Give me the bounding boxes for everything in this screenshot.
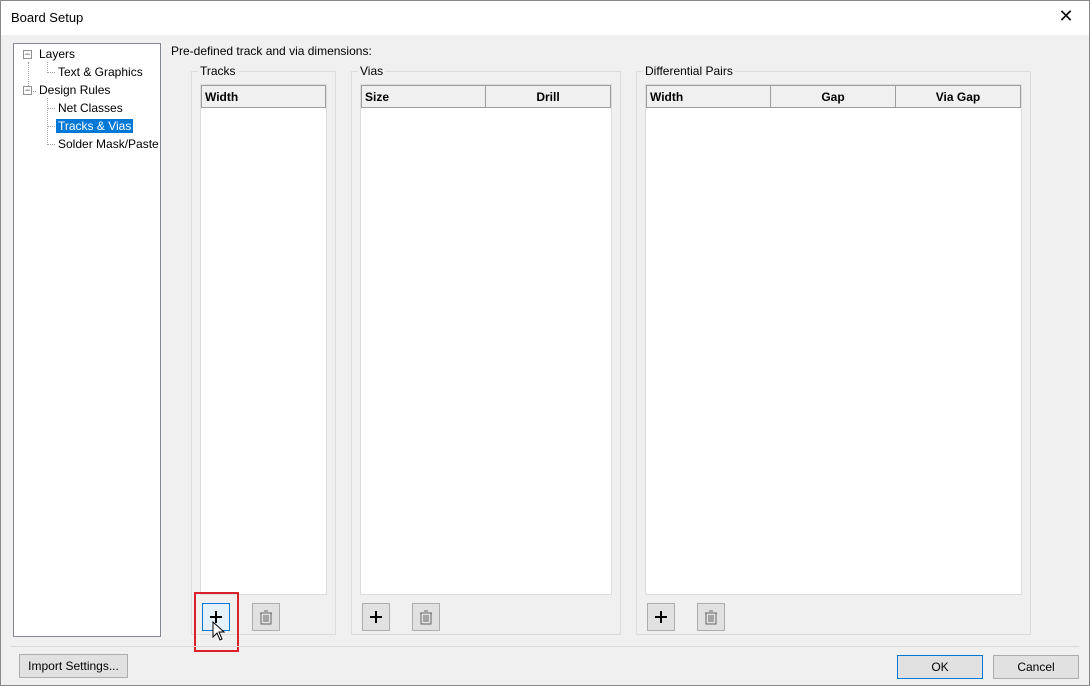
- collapse-icon[interactable]: −: [23, 50, 32, 59]
- diff-col-width[interactable]: Width: [646, 85, 771, 108]
- tree-item-label: Tracks & Vias: [56, 119, 134, 133]
- plus-icon: [370, 611, 382, 623]
- diff-pairs-grid[interactable]: Width Gap Via Gap: [645, 84, 1022, 595]
- window-title: Board Setup: [11, 10, 84, 25]
- tree-item-design-rules[interactable]: Design Rules: [39, 82, 110, 99]
- tree-item-tracks-vias[interactable]: Tracks & Vias: [56, 118, 134, 135]
- tree-item-label: Layers: [39, 47, 76, 61]
- tree-connector: [47, 144, 55, 145]
- vias-col-size[interactable]: Size: [361, 85, 486, 108]
- ok-button[interactable]: OK: [897, 655, 983, 679]
- close-icon[interactable]: ✕: [1043, 1, 1089, 32]
- tracks-group-title: Tracks: [198, 64, 238, 78]
- settings-tree: − Layers Text & Graphics − Design Rules …: [13, 43, 161, 637]
- collapse-icon[interactable]: −: [23, 86, 32, 95]
- section-heading: Pre-defined track and via dimensions:: [171, 44, 372, 58]
- tree-item-label: Solder Mask/Paste: [58, 137, 159, 151]
- title-bar: Board Setup ✕: [1, 1, 1089, 35]
- delete-via-button[interactable]: [412, 603, 440, 631]
- import-settings-button[interactable]: Import Settings...: [19, 654, 128, 678]
- annotation-highlight: [194, 592, 239, 652]
- tree-item-label: Text & Graphics: [58, 65, 143, 79]
- tree-item-label: Design Rules: [39, 83, 111, 97]
- tree-connector: [47, 108, 55, 109]
- footer-divider: [11, 646, 1079, 647]
- trash-icon: [420, 610, 432, 624]
- add-via-button[interactable]: [362, 603, 390, 631]
- diff-col-gap[interactable]: Gap: [771, 85, 896, 108]
- tracks-grid[interactable]: Width: [200, 84, 327, 595]
- delete-diff-pair-button[interactable]: [697, 603, 725, 631]
- tree-item-text-graphics[interactable]: Text & Graphics: [58, 64, 143, 81]
- board-setup-dialog: Board Setup ✕ − Layers Text & Graphics −…: [0, 0, 1090, 686]
- tree-connector: [47, 98, 48, 145]
- tree-connector: [47, 126, 55, 127]
- tree-item-net-classes[interactable]: Net Classes: [58, 100, 123, 117]
- plus-icon: [655, 611, 667, 623]
- tree-item-layers[interactable]: Layers: [39, 46, 75, 63]
- trash-icon: [260, 610, 272, 624]
- add-diff-pair-button[interactable]: [647, 603, 675, 631]
- cancel-button[interactable]: Cancel: [993, 655, 1079, 679]
- vias-grid[interactable]: Size Drill: [360, 84, 612, 595]
- tree-item-solder-mask-paste[interactable]: Solder Mask/Paste: [58, 136, 159, 153]
- tree-item-label: Net Classes: [58, 101, 123, 115]
- tree-connector: [47, 72, 55, 73]
- diff-pairs-group-title: Differential Pairs: [643, 64, 735, 78]
- tracks-col-width[interactable]: Width: [201, 85, 326, 108]
- trash-icon: [705, 610, 717, 624]
- vias-col-drill[interactable]: Drill: [486, 85, 611, 108]
- vias-group-title: Vias: [358, 64, 386, 78]
- delete-track-button[interactable]: [252, 603, 280, 631]
- diff-col-via-gap[interactable]: Via Gap: [896, 85, 1021, 108]
